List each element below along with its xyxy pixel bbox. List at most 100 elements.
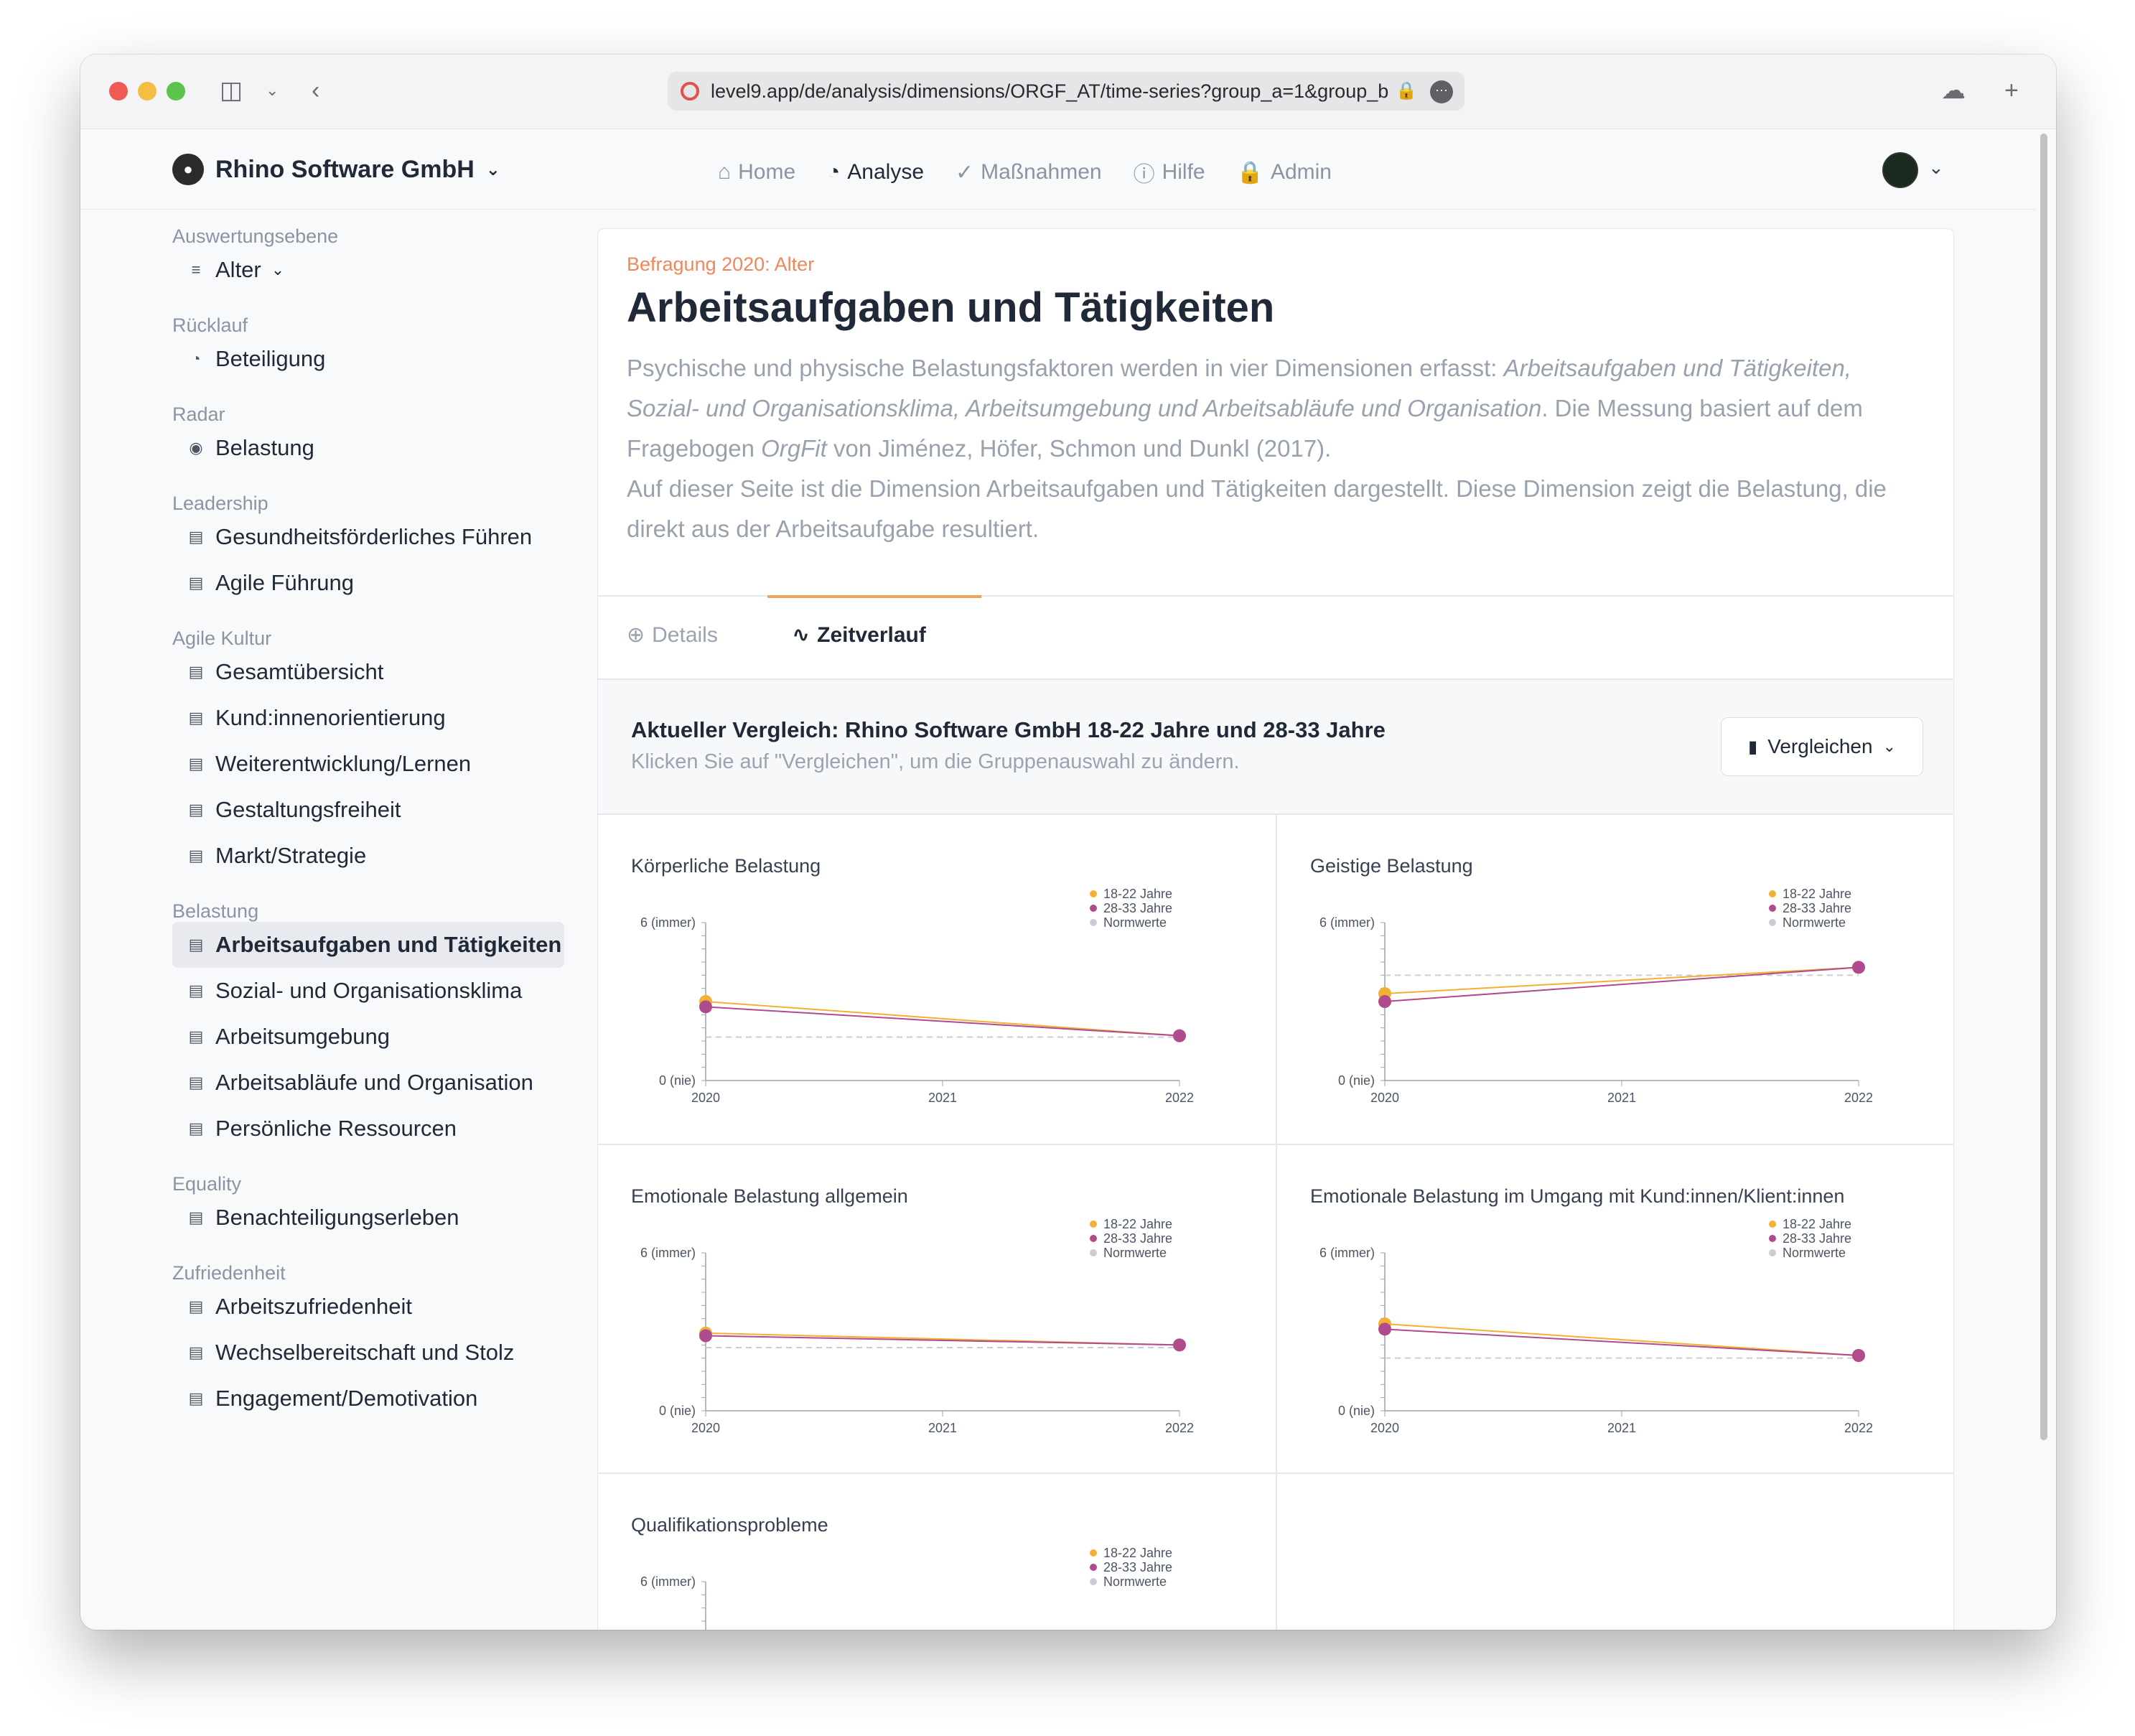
legend-marker — [1769, 1249, 1776, 1256]
sidebar-item[interactable]: ▤ Weiterentwicklung/Lernen — [172, 741, 564, 787]
nav-label: Analyse — [847, 160, 925, 184]
nav-label: Admin — [1270, 160, 1332, 184]
x-tick-label: 2022 — [1844, 1421, 1873, 1435]
main-card: Befragung 2020: Alter Arbeitsaufgaben un… — [597, 228, 1954, 1630]
nav-label: Hilfe — [1162, 160, 1205, 184]
home-icon: ⌂ — [718, 160, 732, 184]
line-chart: 18-22 Jahre28-33 JahreNormwerte 0 (nie) 6 … — [1319, 887, 1873, 1105]
legend-label: Normwerte — [1103, 1574, 1167, 1589]
legend-marker — [1769, 1235, 1776, 1242]
bar-chart-icon: ▤ — [188, 846, 204, 864]
sidebar-item-label: Arbeitsabläufe und Organisation — [215, 1070, 533, 1095]
lock-icon: 🔒 — [1236, 160, 1263, 185]
new-tab-plus-icon[interactable]: + — [2004, 76, 2019, 105]
sidebar-item[interactable]: ◔ Beteiligung — [172, 336, 564, 382]
compare-button-label: Vergleichen — [1767, 735, 1873, 757]
sidebar-item[interactable]: ▤ Sozial- und Organisationsklima — [172, 968, 564, 1014]
tab-details[interactable]: ⊕ Details — [627, 622, 718, 648]
legend-marker — [1090, 1221, 1097, 1228]
company-switcher[interactable]: ● Rhino Software GmbH ⌄ — [172, 154, 500, 185]
bar-chart-icon: ▤ — [188, 1389, 204, 1407]
sidebar-item[interactable]: ▤ Markt/Strategie — [172, 833, 564, 879]
series-line — [1384, 1323, 1859, 1356]
sidebar-item[interactable]: ▤ Arbeitsabläufe und Organisation — [172, 1060, 564, 1106]
sidebar-item[interactable]: ◉ Belastung — [172, 425, 564, 471]
radar-icon: ◉ — [189, 439, 203, 457]
check-circle-icon: ✓ — [956, 160, 974, 185]
tab-label: Details — [652, 622, 718, 647]
cloud-icon[interactable]: ☁ — [1941, 76, 1966, 105]
active-tab-indicator — [767, 595, 981, 598]
close-window-button[interactable] — [109, 82, 128, 101]
user-avatar[interactable] — [1882, 152, 1918, 188]
zoom-in-icon: ⊕ — [627, 623, 645, 647]
address-bar[interactable]: level9.app/de/analysis/dimensions/ORGF_A… — [668, 72, 1464, 111]
legend-marker — [1769, 919, 1776, 926]
x-tick-label: 2021 — [928, 1421, 957, 1435]
sidebar-item[interactable]: ▤ Gesamtübersicht — [172, 649, 564, 695]
legend-marker — [1090, 1564, 1097, 1571]
y-tick-label: 6 (immer) — [1319, 1246, 1375, 1260]
lock-icon: 🔒 — [1396, 81, 1417, 101]
x-tick-label: 2020 — [1370, 1091, 1399, 1105]
sidebar-item[interactable]: ▤ Benachteiligungserleben — [172, 1195, 564, 1241]
page-title: Arbeitsaufgaben und Tätigkeiten — [627, 284, 1275, 331]
desc-text: Auf dieser Seite ist die Dimension Arbei… — [627, 475, 1887, 542]
sidebar-item[interactable]: ▤ Engagement/Demotivation — [172, 1376, 564, 1422]
survey-tag: Befragung 2020: Alter — [627, 253, 815, 275]
url-text: level9.app/de/analysis/dimensions/ORGF_A… — [711, 80, 1389, 102]
sidebar-item[interactable]: ▤ Kund:innenorientierung — [172, 695, 564, 741]
chevron-down-icon[interactable]: ⌄ — [1928, 157, 1944, 179]
chevron-down-icon: ⌄ — [1882, 737, 1896, 755]
nav-home[interactable]: ⌂ Home — [718, 157, 795, 188]
sidebar-section-heading: Agile Kultur — [172, 627, 272, 649]
data-point — [1173, 1029, 1186, 1042]
nav-analyse[interactable]: ◔ Analyse — [827, 157, 924, 188]
series-line — [1384, 966, 1859, 1002]
tab-zeitverlauf[interactable]: ∿ Zeitverlauf — [792, 622, 926, 648]
legend-marker — [1090, 1578, 1097, 1585]
line-chart: 18-22 Jahre28-33 JahreNormwerte 0 (nie) 6 … — [640, 887, 1194, 1105]
bar-chart-icon: ▤ — [188, 935, 204, 953]
bar-chart-icon: ▤ — [188, 1297, 204, 1315]
sidebar-item[interactable]: ▤ Arbeitszufriedenheit — [172, 1284, 564, 1330]
legend-label: 28-33 Jahre — [1103, 901, 1172, 915]
sidebar-item[interactable]: ▤ Arbeitsaufgaben und Tätigkeiten — [172, 922, 564, 968]
desc-emphasis: OrgFit — [761, 435, 827, 462]
sidebar-section-heading: Rücklauf — [172, 314, 248, 336]
page-scrollbar[interactable] — [2040, 134, 2047, 1440]
bar-chart-icon: ▮ — [1748, 737, 1758, 757]
nav-hilfe[interactable]: ⓘ Hilfe — [1134, 157, 1205, 188]
sidebar-item[interactable]: ▤ Arbeitsumgebung — [172, 1014, 564, 1060]
nav-admin[interactable]: 🔒 Admin — [1237, 157, 1332, 188]
sidebar-item[interactable]: ▤ Gesundheitsförderliches Führen — [172, 514, 564, 560]
series-line — [1384, 966, 1859, 994]
more-icon[interactable]: ⋯ — [1430, 80, 1453, 103]
data-point — [699, 1000, 712, 1014]
sidebar-section-heading: Equality — [172, 1173, 242, 1195]
series-line — [705, 1006, 1180, 1037]
bar-chart-icon: ▤ — [188, 801, 204, 818]
sidebar-section-heading: Zufriedenheit — [172, 1262, 286, 1284]
sidebar-toggle-icon[interactable]: ◫ — [220, 76, 243, 105]
line-chart: 18-22 Jahre28-33 JahreNormwerte 6 (immer) — [640, 1546, 1172, 1630]
x-tick-label: 2021 — [1607, 1091, 1636, 1105]
sidebar-item[interactable]: ▤ Wechselbereitschaft und Stolz — [172, 1330, 564, 1376]
main-nav: ⌂ Home ◔ Analyse ✓ Maßnahmen ⓘ Hilfe 🔒 Admin — [718, 157, 1332, 188]
legend-marker — [1090, 1549, 1097, 1557]
back-arrow-icon[interactable]: ‹ — [312, 76, 319, 105]
sidebar-item[interactable]: ≡ Alter ⌄ — [172, 247, 564, 293]
compare-button[interactable]: ▮ Vergleichen ⌄ — [1721, 717, 1923, 776]
sidebar-item[interactable]: ▤ Persönliche Ressourcen — [172, 1106, 564, 1152]
maximize-window-button[interactable] — [167, 82, 185, 101]
data-point — [1378, 1322, 1391, 1336]
sidebar-item[interactable]: ▤ Agile Führung — [172, 560, 564, 606]
nav-massnahmen[interactable]: ✓ Maßnahmen — [956, 157, 1102, 188]
sidebar-item-label: Markt/Strategie — [215, 843, 367, 868]
bar-chart-icon: ▤ — [188, 1208, 204, 1226]
sidebar-item[interactable]: ▤ Gestaltungsfreiheit — [172, 787, 564, 833]
x-tick-label: 2022 — [1165, 1091, 1194, 1105]
y-tick-label: 6 (immer) — [640, 1246, 696, 1260]
minimize-window-button[interactable] — [138, 82, 156, 101]
chevron-down-icon[interactable]: ⌄ — [266, 76, 279, 105]
